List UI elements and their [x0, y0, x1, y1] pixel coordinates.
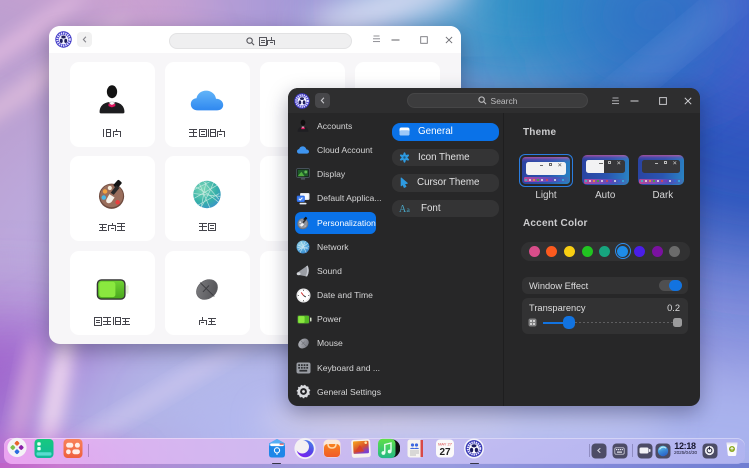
svg-text:27: 27 — [440, 447, 452, 458]
svg-text:MAY 27: MAY 27 — [438, 441, 453, 446]
